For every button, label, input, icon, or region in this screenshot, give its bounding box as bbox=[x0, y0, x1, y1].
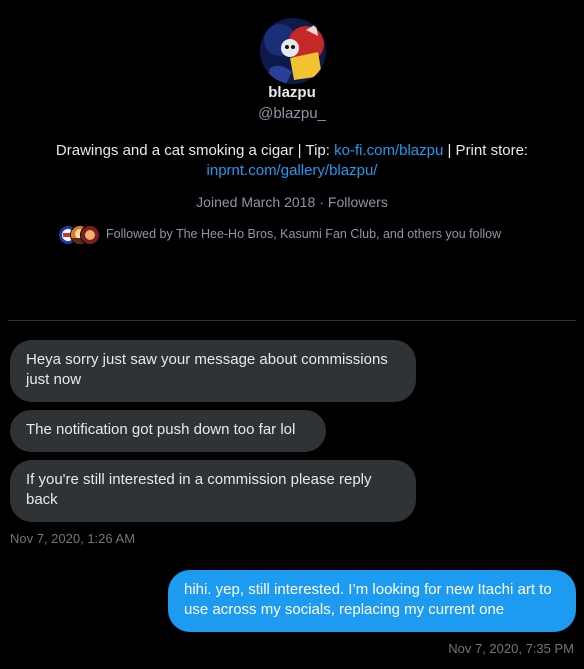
profile-avatar[interactable] bbox=[260, 18, 326, 84]
follower-avatar-icon bbox=[80, 225, 100, 245]
profile-bio: Drawings and a cat smoking a cigar | Tip… bbox=[30, 141, 554, 181]
bio-text: | Print store: bbox=[443, 142, 529, 159]
profile-handle: @blazpu_ bbox=[258, 105, 326, 122]
followed-by-text: Followed by The Hee-Ho Bros, Kasumi Fan … bbox=[106, 227, 502, 241]
message-bubble-received[interactable]: If you're still interested in a commissi… bbox=[10, 460, 416, 522]
meta-separator: · bbox=[319, 194, 324, 210]
avatar-image-icon bbox=[260, 18, 326, 84]
profile-display-name[interactable]: blazpu bbox=[0, 84, 584, 101]
followed-by-avatars bbox=[58, 224, 100, 245]
message-timestamp: Nov 7, 2020, 7:35 PM bbox=[448, 641, 574, 656]
followers-link[interactable]: Followers bbox=[328, 194, 388, 210]
profile-meta: Joined March 2018 · Followers bbox=[0, 194, 584, 210]
message-text: Heya sorry just saw your message about c… bbox=[26, 351, 388, 388]
message-text: The notification got push down too far l… bbox=[26, 421, 296, 438]
message-timestamp: Nov 7, 2020, 1:26 AM bbox=[10, 531, 136, 546]
message-bubble-received[interactable]: The notification got push down too far l… bbox=[10, 410, 326, 452]
message-text: If you're still interested in a commissi… bbox=[26, 471, 372, 508]
joined-date: Joined March 2018 bbox=[196, 194, 316, 210]
message-bubble-sent[interactable]: hihi. yep, still interested. I’m looking… bbox=[168, 570, 576, 632]
followed-by-row[interactable]: Followed by The Hee-Ho Bros, Kasumi Fan … bbox=[58, 224, 502, 245]
bio-link-inprnt[interactable]: inprnt.com/gallery/blazpu/ bbox=[207, 162, 378, 179]
message-text: hihi. yep, still interested. I’m looking… bbox=[184, 581, 552, 618]
message-bubble-received[interactable]: Heya sorry just saw your message about c… bbox=[10, 340, 416, 402]
conversation-divider bbox=[8, 320, 576, 321]
bio-text: Drawings and a cat smoking a cigar | Tip… bbox=[55, 142, 335, 159]
bio-link-kofi[interactable]: ko-fi.com/blazpu bbox=[334, 142, 443, 159]
